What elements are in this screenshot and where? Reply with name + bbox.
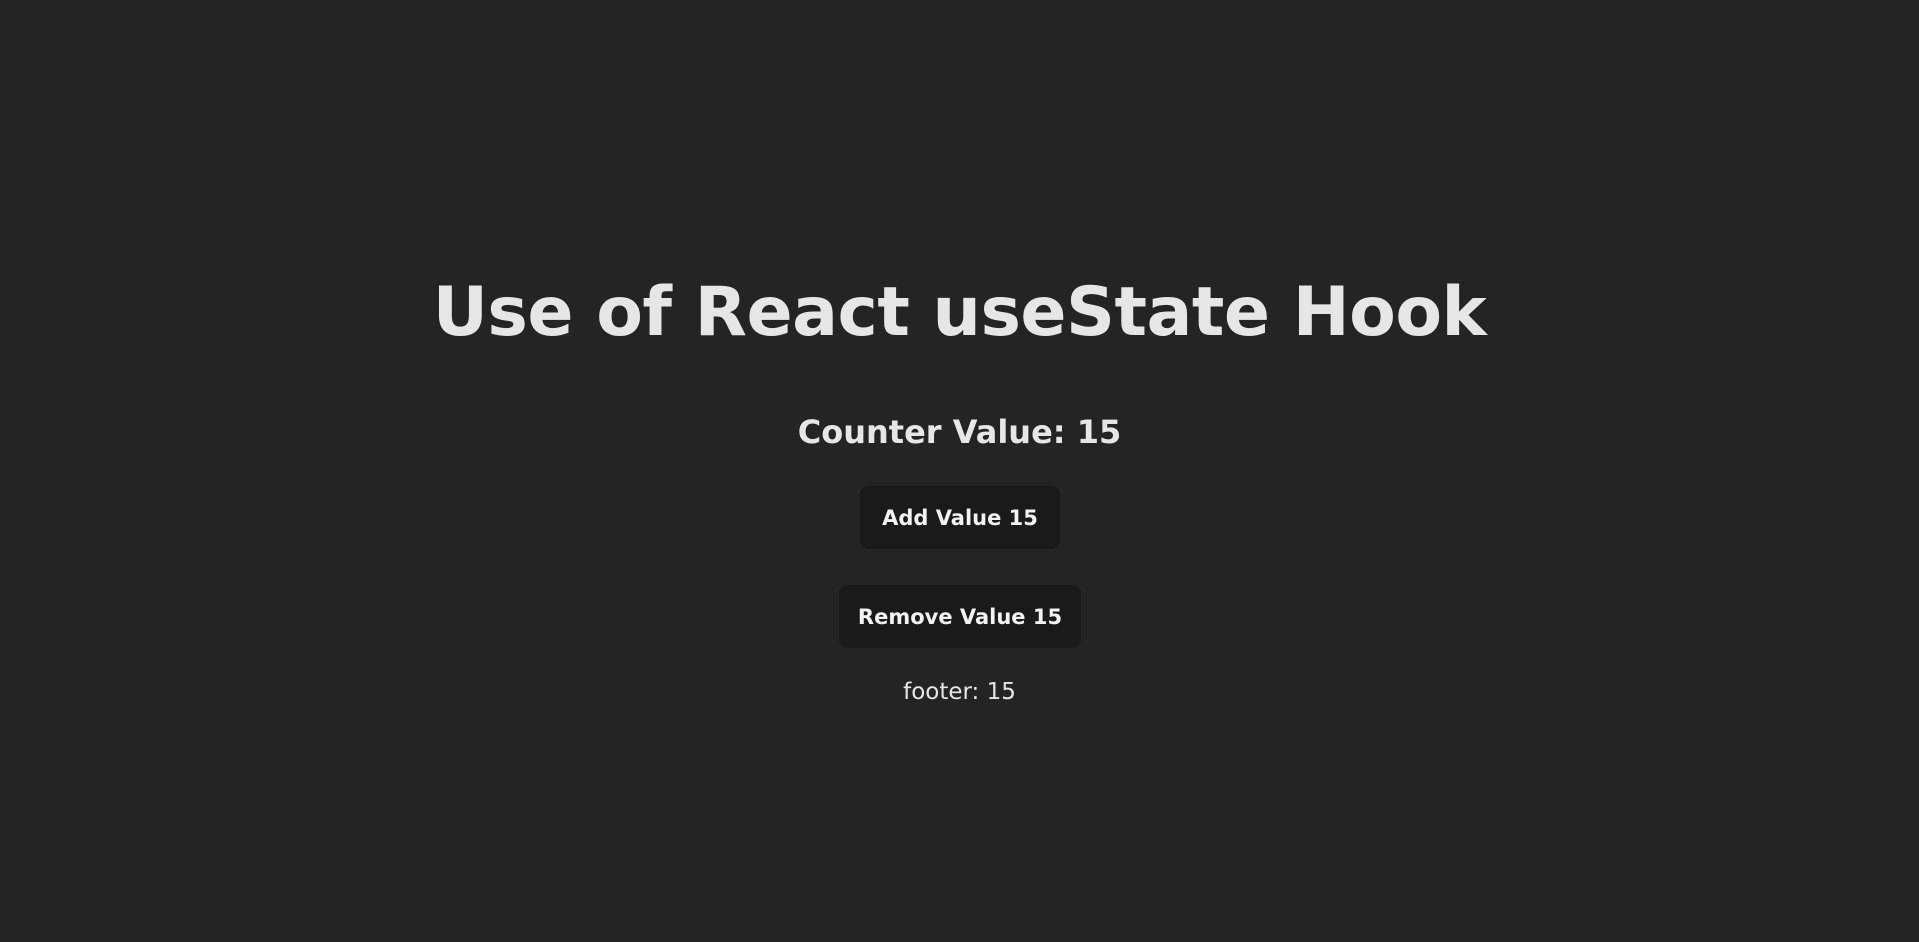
app-root: Use of React useState Hook Counter Value… [0, 0, 1919, 942]
footer-text: footer: 15 [903, 679, 1016, 705]
page-title: Use of React useState Hook [432, 273, 1487, 352]
add-value-button[interactable]: Add Value 15 [860, 486, 1060, 549]
counter-value-heading: Counter Value: 15 [797, 413, 1122, 451]
remove-value-button[interactable]: Remove Value 15 [839, 585, 1081, 648]
